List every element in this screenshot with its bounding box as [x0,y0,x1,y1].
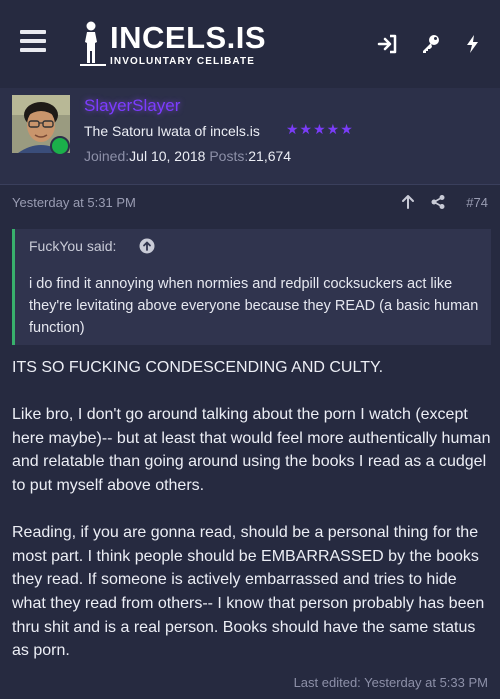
quote-block: FuckYou said: i do find it annoying when… [12,229,491,345]
site-logo[interactable]: INCELS.IS INVOLUNTARY CELIBATE [80,20,266,68]
username[interactable]: SlayerSlayer [84,96,180,116]
posts-label: Posts: [209,148,249,164]
post-paragraph: ITS SO FUCKING CONDESCENDING AND CULTY. [12,359,384,376]
lightning-icon[interactable] [462,33,484,55]
quote-author[interactable]: FuckYou said: [29,238,116,254]
logo-title: INCELS.IS [110,20,267,55]
user-rank-stars: ★★★★★ [286,121,354,137]
menu-icon[interactable] [20,30,46,52]
login-icon[interactable] [376,33,398,55]
post-date[interactable]: Yesterday at 5:31 PM [12,195,136,210]
last-edited: Last edited: Yesterday at 5:33 PM [293,675,488,690]
share-icon[interactable] [430,194,446,215]
post-body: ITS SO FUCKING CONDESCENDING AND CULTY. … [12,356,492,663]
user-meta: Joined:Jul 10, 2018 Posts:21,674 [84,148,291,164]
joined-value: Jul 10, 2018 [129,148,206,164]
logo-figure-icon [80,21,106,66]
key-icon[interactable] [420,33,442,55]
joined-label: Joined: [84,148,130,164]
logo-subtitle: INVOLUNTARY CELIBATE [110,56,255,67]
user-title: The Satoru Iwata of incels.is [84,123,260,139]
post-number[interactable]: #74 [466,195,488,210]
arrow-up-icon[interactable] [400,194,416,215]
posts-value: 21,674 [248,148,292,164]
post-paragraph: Reading, if you are gonna read, should b… [12,524,485,660]
post-meta-bar: Yesterday at 5:31 PM #74 [0,184,500,219]
post-paragraph: Like bro, I don't go around talking abou… [12,406,491,494]
jump-to-quote-icon[interactable] [139,238,155,259]
post-user-block: SlayerSlayer The Satoru Iwata of incels.… [0,88,500,184]
online-status-indicator [50,136,70,156]
quote-text: i do find it annoying when normies and r… [29,276,479,336]
site-header: INCELS.IS INVOLUNTARY CELIBATE [0,0,500,89]
